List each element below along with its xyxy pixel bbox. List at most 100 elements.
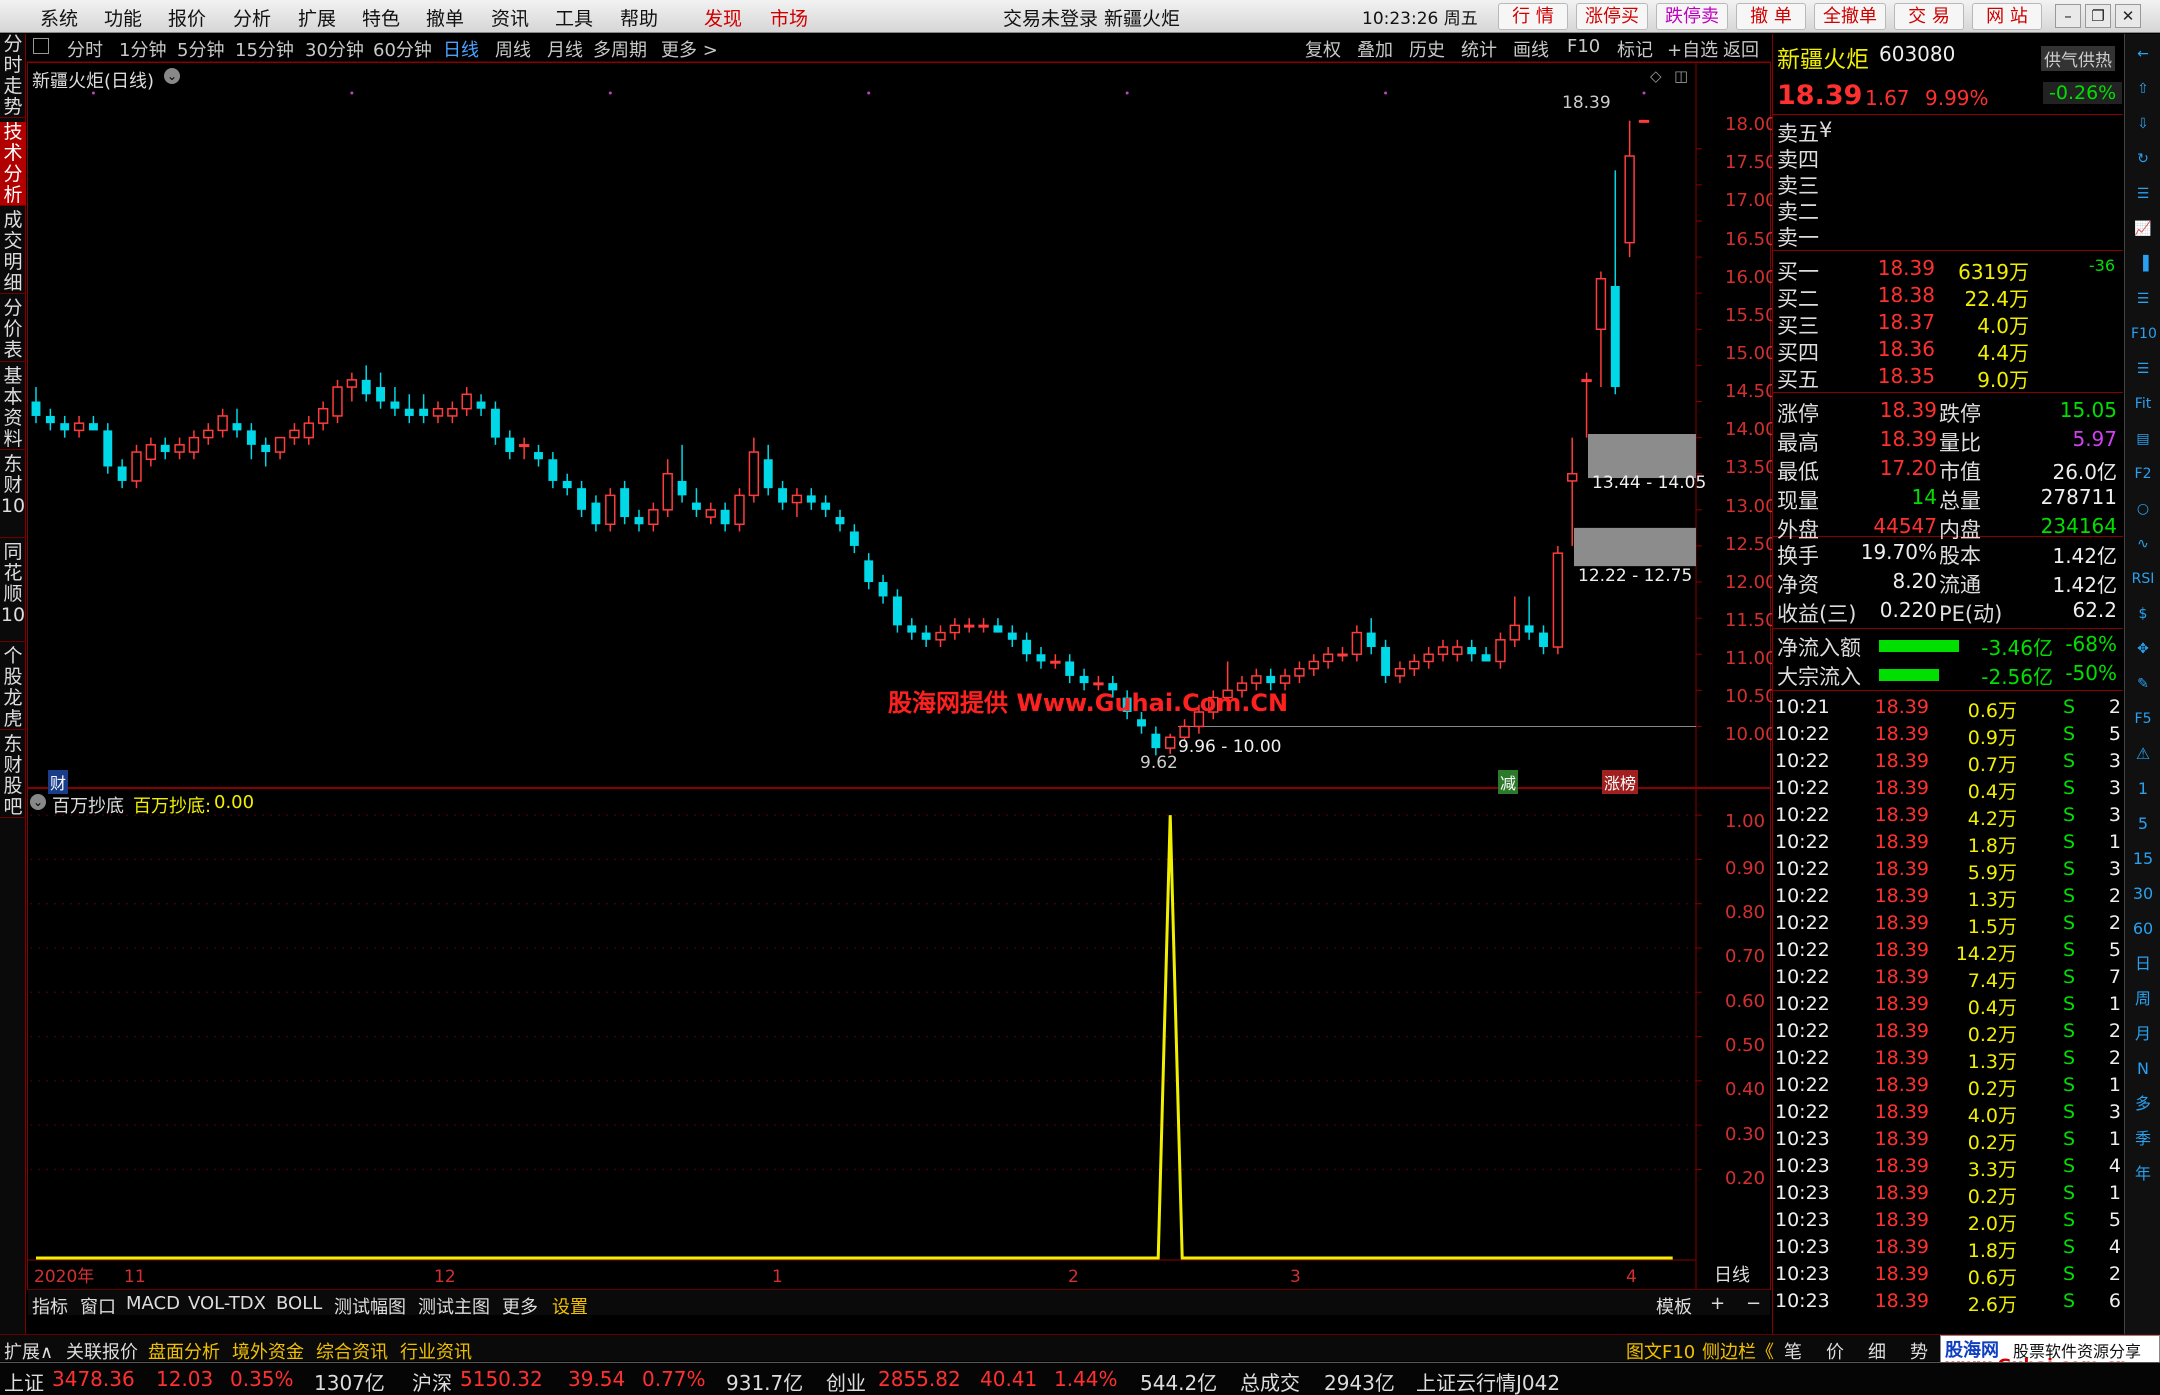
sidebar-tool-icon[interactable]: 日 <box>2131 952 2155 976</box>
mark-button[interactable]: 标记 <box>1617 36 1653 62</box>
sidebar-tool-icon[interactable]: 15 <box>2131 847 2155 871</box>
panel-toggle-icon[interactable] <box>33 38 49 54</box>
menu-cancel-order[interactable]: 撤单 <box>426 4 464 31</box>
limit-down-sell-button[interactable]: 跌停卖 <box>1656 3 1728 30</box>
sidebar-tool-icon[interactable]: ✎ <box>2131 672 2155 696</box>
period-60min[interactable]: 60分钟 <box>373 36 432 62</box>
tab-more[interactable]: 更多 <box>502 1293 538 1319</box>
limit-up-buy-button[interactable]: 涨停买 <box>1576 3 1648 30</box>
restore-rights-button[interactable]: 复权 <box>1305 36 1341 62</box>
template-button[interactable]: 模板 <box>1656 1293 1692 1319</box>
sidebar-tool-icon[interactable]: ○ <box>2131 497 2155 521</box>
cancel-order-button[interactable]: 撤 单 <box>1736 3 1806 30</box>
tab-ticks[interactable]: 笔 <box>1784 1338 1802 1364</box>
graphic-f10-button[interactable]: 图文F10 <box>1626 1338 1695 1364</box>
sh-index-label[interactable]: 上证 <box>4 1367 44 1395</box>
sidebar-tool-icon[interactable]: N <box>2131 1057 2155 1081</box>
tab-macd[interactable]: MACD <box>126 1293 180 1314</box>
sidebar-tool-icon[interactable]: 周 <box>2131 987 2155 1011</box>
period-1min[interactable]: 1分钟 <box>119 36 166 62</box>
sidebar-tool-icon[interactable]: 年 <box>2131 1162 2155 1186</box>
tab-industry-news[interactable]: 行业资讯 <box>400 1338 472 1364</box>
tab-expand[interactable]: 扩展∧ <box>4 1338 53 1364</box>
reduce-marker[interactable]: 减 <box>1498 770 1519 794</box>
tab-guba[interactable]: 东财股吧 <box>0 734 26 818</box>
sidebar-tool-icon[interactable]: $ <box>2131 602 2155 626</box>
menu-news[interactable]: 资讯 <box>491 4 529 31</box>
menu-quote[interactable]: 报价 <box>168 4 206 31</box>
tab-indicator[interactable]: 指标 <box>32 1293 68 1319</box>
tab-window[interactable]: 窗口 <box>80 1293 116 1319</box>
sidebar-tool-icon[interactable]: ∿ <box>2131 532 2155 556</box>
menu-market[interactable]: 市场 <box>770 4 808 31</box>
cloud-status[interactable]: 上证云行情J042 <box>1416 1367 1560 1395</box>
tab-price[interactable]: 价 <box>1826 1338 1844 1364</box>
menu-system[interactable]: 系统 <box>40 4 78 31</box>
sidebar-tool-icon[interactable]: 30 <box>2131 882 2155 906</box>
website-button[interactable]: 网 站 <box>1972 3 2042 30</box>
quote-button[interactable]: 行 情 <box>1498 3 1568 30</box>
tab-trades[interactable]: 成交明细 <box>0 210 26 294</box>
tab-foreign-capital[interactable]: 境外资金 <box>232 1338 304 1364</box>
tab-price-table[interactable]: 分价表 <box>0 298 26 362</box>
sidebar-tool-icon[interactable]: ✥ <box>2131 637 2155 661</box>
sidebar-tool-icon[interactable]: 1 <box>2131 777 2155 801</box>
kline-chart[interactable] <box>28 63 1770 1289</box>
tab-profile[interactable]: 基本资料 <box>0 366 26 450</box>
period-multi[interactable]: 多周期 <box>593 36 647 62</box>
draw-line-button[interactable]: 画线 <box>1513 36 1549 62</box>
tab-test-sub[interactable]: 测试幅图 <box>334 1293 406 1319</box>
sector-tag[interactable]: 供气供热 <box>2041 46 2115 71</box>
sidebar-tool-icon[interactable]: 60 <box>2131 917 2155 941</box>
close-icon[interactable]: ✕ <box>2115 4 2141 28</box>
period-monthly[interactable]: 月线 <box>547 36 583 62</box>
period-intraday[interactable]: 分时 <box>67 36 103 62</box>
tab-related-quote[interactable]: 关联报价 <box>66 1338 138 1364</box>
history-button[interactable]: 历史 <box>1409 36 1445 62</box>
minimize-icon[interactable]: – <box>2055 4 2081 28</box>
menu-feature[interactable]: 特色 <box>362 4 400 31</box>
sidebar-tool-icon[interactable]: F2 <box>2131 462 2155 486</box>
tab-trend[interactable]: 势 <box>1910 1338 1928 1364</box>
sidebar-tool-icon[interactable]: ⇩ <box>2131 112 2155 136</box>
statistics-button[interactable]: 统计 <box>1461 36 1497 62</box>
tab-ths10[interactable]: 同花顺10 <box>0 542 26 642</box>
period-weekly[interactable]: 周线 <box>495 36 531 62</box>
sidebar-tool-icon[interactable]: RSI <box>2131 567 2155 591</box>
menu-extend[interactable]: 扩展 <box>298 4 336 31</box>
sidebar-tool-icon[interactable]: Fit <box>2131 392 2155 416</box>
menu-discover[interactable]: 发现 <box>704 4 742 31</box>
tab-eastmoney10[interactable]: 东财10 <box>0 454 26 538</box>
sidebar-tool-icon[interactable]: ⚠ <box>2131 742 2155 766</box>
restore-icon[interactable]: ❐ <box>2085 4 2111 28</box>
cy-index-label[interactable]: 创业 <box>826 1367 866 1395</box>
period-5min[interactable]: 5分钟 <box>177 36 224 62</box>
tab-intraday[interactable]: 分时走势 <box>0 34 26 118</box>
menu-help[interactable]: 帮助 <box>620 4 658 31</box>
sidebar-tool-icon[interactable]: ☰ <box>2131 287 2155 311</box>
sidebar-tool-icon[interactable]: 月 <box>2131 1022 2155 1046</box>
tab-vol-tdx[interactable]: VOL-TDX <box>188 1293 266 1314</box>
period-more[interactable]: 更多 > <box>661 36 718 62</box>
limit-list-marker[interactable]: 涨榜 <box>1602 770 1639 794</box>
tab-boll[interactable]: BOLL <box>276 1293 322 1314</box>
menu-tools[interactable]: 工具 <box>555 4 593 31</box>
tab-technical[interactable]: 技术分析 <box>0 122 26 206</box>
sidebar-tool-icon[interactable]: ☰ <box>2131 182 2155 206</box>
period-15min[interactable]: 15分钟 <box>235 36 294 62</box>
period-30min[interactable]: 30分钟 <box>305 36 364 62</box>
cancel-all-button[interactable]: 全撤单 <box>1814 3 1886 30</box>
sidebar-tool-icon[interactable]: 5 <box>2131 812 2155 836</box>
sidebar-tool-icon[interactable]: ▤ <box>2131 427 2155 451</box>
sidebar-tool-icon[interactable]: 多 <box>2131 1092 2155 1116</box>
back-button[interactable]: 返回 <box>1723 36 1759 62</box>
tab-settings[interactable]: 设置 <box>552 1293 588 1319</box>
remove-button[interactable]: − <box>1746 1293 1761 1314</box>
tab-detail[interactable]: 细 <box>1868 1338 1886 1364</box>
period-daily[interactable]: 日线 <box>443 36 479 62</box>
sidebar-tool-icon[interactable]: F5 <box>2131 707 2155 731</box>
tab-market-analysis[interactable]: 盘面分析 <box>148 1338 220 1364</box>
sidebar-toggle-button[interactable]: 侧边栏《 <box>1702 1338 1774 1364</box>
menu-function[interactable]: 功能 <box>104 4 142 31</box>
sidebar-tool-icon[interactable]: ⇧ <box>2131 77 2155 101</box>
